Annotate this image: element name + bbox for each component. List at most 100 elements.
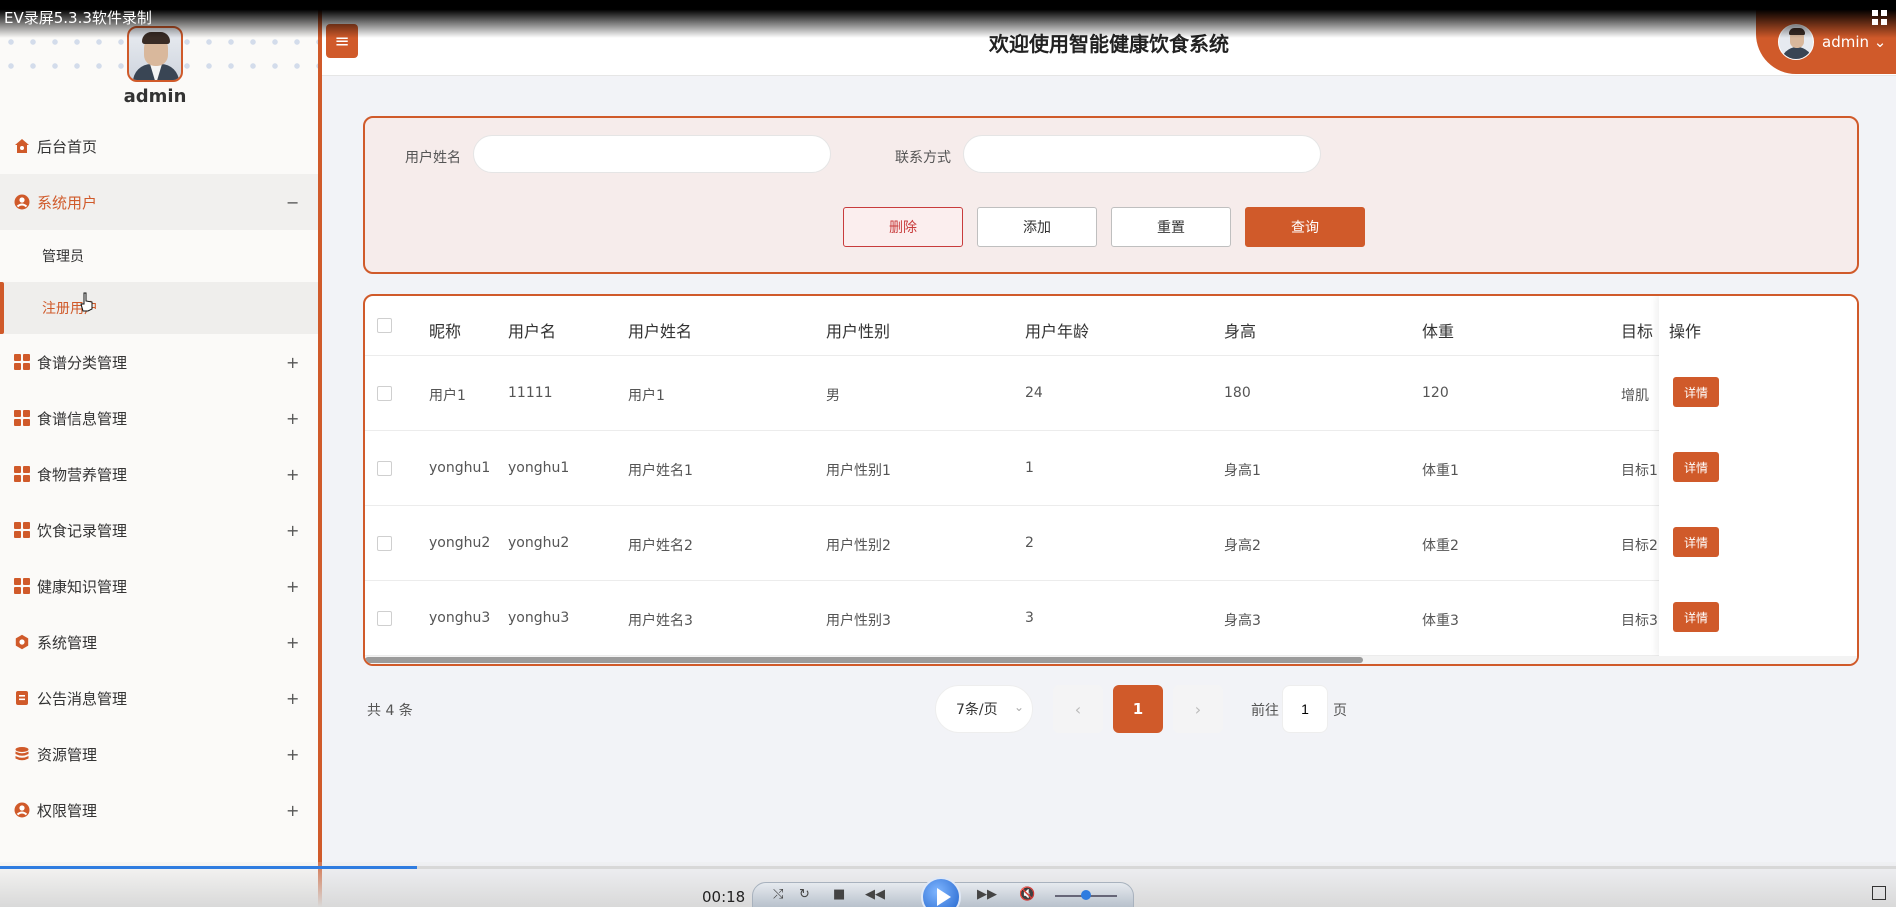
fullscreen-icon[interactable] bbox=[1872, 886, 1886, 900]
cell-username: yonghu3 bbox=[508, 610, 570, 626]
repeat-icon[interactable]: ↻ bbox=[799, 887, 810, 902]
select-all-checkbox[interactable] bbox=[377, 318, 392, 333]
mute-icon[interactable]: 🔇 bbox=[1019, 887, 1035, 902]
sidebar-item-label: 后台首页 bbox=[37, 137, 98, 156]
cell-weight: 体重2 bbox=[1422, 538, 1459, 554]
expand-icon[interactable]: + bbox=[286, 745, 299, 764]
detail-button[interactable]: 详情 bbox=[1673, 527, 1719, 557]
sidebar-subitem-registered-users[interactable]: 注册用户 bbox=[0, 282, 318, 334]
expand-icon[interactable]: + bbox=[286, 801, 299, 820]
prev-page-button[interactable]: ‹ bbox=[1053, 685, 1103, 733]
expand-icon[interactable]: + bbox=[286, 409, 299, 428]
cell-gender: 用户性别1 bbox=[826, 463, 891, 479]
cell-nickname: yonghu2 bbox=[429, 535, 491, 551]
column-header: 昵称 bbox=[429, 322, 462, 341]
table-header: 昵称 用户名 用户姓名 用户性别 用户年龄 身高 体重 目标 bbox=[365, 296, 1857, 356]
cell-username: yonghu1 bbox=[508, 460, 570, 476]
cell-nickname: yonghu3 bbox=[429, 610, 491, 626]
page-size-select[interactable]: 7条/页 ⌄ bbox=[935, 685, 1033, 733]
goto-page-input[interactable] bbox=[1282, 685, 1328, 733]
expand-icon[interactable]: + bbox=[286, 689, 299, 708]
cell-realname: 用户姓名1 bbox=[628, 463, 693, 479]
cell-username: yonghu2 bbox=[508, 535, 570, 551]
expand-icon[interactable]: + bbox=[286, 465, 299, 484]
play-icon[interactable] bbox=[921, 877, 961, 907]
next-page-button[interactable]: › bbox=[1173, 685, 1223, 733]
cell-realname: 用户姓名3 bbox=[628, 613, 693, 629]
name-field[interactable] bbox=[473, 135, 831, 173]
sidebar-item-label: 权限管理 bbox=[37, 801, 98, 820]
expand-icon[interactable]: + bbox=[286, 353, 299, 372]
layout-grid-icon[interactable] bbox=[1872, 10, 1888, 26]
name-field-label: 用户姓名 bbox=[405, 150, 461, 166]
shuffle-icon[interactable]: ⤭ bbox=[773, 887, 783, 902]
current-page-button[interactable]: 1 bbox=[1113, 685, 1163, 733]
sidebar-item-recipe-info[interactable]: 食谱信息管理 + bbox=[0, 390, 318, 446]
column-header: 操作 bbox=[1669, 322, 1702, 341]
sidebar-item-label: 食谱分类管理 bbox=[37, 353, 128, 372]
sidebar-item-recipe-category[interactable]: 食谱分类管理 + bbox=[0, 334, 318, 390]
player-controls: ⤭ ↻ ■ ◀◀ ▶▶ 🔇 bbox=[752, 877, 1134, 907]
sidebar-item-permissions[interactable]: 权限管理 + bbox=[0, 782, 318, 838]
sidebar-divider bbox=[318, 0, 322, 907]
horizontal-scrollbar[interactable] bbox=[365, 656, 1857, 664]
rewind-icon[interactable]: ◀◀ bbox=[865, 887, 885, 902]
scrollbar-thumb[interactable] bbox=[365, 657, 1363, 663]
column-header: 用户性别 bbox=[826, 322, 891, 341]
cell-height: 身高3 bbox=[1224, 613, 1261, 629]
user-menu-label: admin ⌄ bbox=[1822, 33, 1887, 51]
expand-icon[interactable]: + bbox=[286, 633, 299, 652]
row-checkbox[interactable] bbox=[377, 536, 392, 551]
actions-column: 操作 详情 详情 详情 详情 bbox=[1659, 296, 1857, 656]
avatar bbox=[1778, 24, 1814, 60]
sidebar-item-resources[interactable]: 资源管理 + bbox=[0, 726, 318, 782]
row-checkbox[interactable] bbox=[377, 386, 392, 401]
column-header: 身高 bbox=[1224, 322, 1257, 341]
cell-age: 2 bbox=[1025, 535, 1034, 551]
row-checkbox[interactable] bbox=[377, 461, 392, 476]
collapse-icon[interactable]: − bbox=[286, 193, 299, 212]
sidebar-item-system-users[interactable]: 系统用户 − bbox=[0, 174, 318, 230]
add-button[interactable]: 添加 bbox=[977, 207, 1097, 247]
delete-button[interactable]: 删除 bbox=[843, 207, 963, 247]
expand-icon[interactable]: + bbox=[286, 577, 299, 596]
playback-progress[interactable] bbox=[0, 866, 1896, 869]
detail-button[interactable]: 详情 bbox=[1673, 602, 1719, 632]
sidebar-subitem-admin[interactable]: 管理员 bbox=[0, 230, 318, 282]
grid-icon bbox=[14, 354, 30, 370]
sidebar: admin 后台首页 系统用户 − 管理员 注册用户 食谱分类管理 + 食谱信息… bbox=[0, 0, 318, 907]
sidebar-item-food-nutrition[interactable]: 食物营养管理 + bbox=[0, 446, 318, 502]
sidebar-item-system-management[interactable]: 系统管理 + bbox=[0, 614, 318, 670]
cell-nickname: 用户1 bbox=[429, 388, 466, 404]
sidebar-item-diet-record[interactable]: 饮食记录管理 + bbox=[0, 502, 318, 558]
reset-button[interactable]: 重置 bbox=[1111, 207, 1231, 247]
recorder-title: EV录屏5.3.3软件录制 bbox=[4, 9, 152, 27]
grid-icon bbox=[14, 578, 30, 594]
total-count: 共 4 条 bbox=[367, 703, 413, 719]
sidebar-item-label: 健康知识管理 bbox=[37, 577, 128, 596]
cell-gender: 用户性别3 bbox=[826, 613, 891, 629]
detail-button[interactable]: 详情 bbox=[1673, 377, 1719, 407]
sidebar-item-health-knowledge[interactable]: 健康知识管理 + bbox=[0, 558, 318, 614]
cell-goal: 目标1 bbox=[1621, 463, 1658, 479]
row-checkbox[interactable] bbox=[377, 611, 392, 626]
sidebar-item-label: 资源管理 bbox=[37, 745, 98, 764]
query-button[interactable]: 查询 bbox=[1245, 207, 1365, 247]
contact-field[interactable] bbox=[963, 135, 1321, 173]
top-header: ≡ 欢迎使用智能健康饮食系统 admin ⌄ bbox=[322, 0, 1896, 76]
grid-icon bbox=[14, 466, 30, 482]
table-row: yonghu1 yonghu1 用户姓名1 用户性别1 1 身高1 体重1 目标… bbox=[365, 431, 1857, 506]
fast-forward-icon[interactable]: ▶▶ bbox=[977, 887, 997, 902]
hand-cursor-icon bbox=[80, 292, 93, 312]
cell-realname: 用户姓名2 bbox=[628, 538, 693, 554]
database-icon bbox=[14, 746, 30, 762]
stop-icon[interactable]: ■ bbox=[833, 887, 845, 902]
contact-field-label: 联系方式 bbox=[895, 150, 951, 166]
cell-height: 身高2 bbox=[1224, 538, 1261, 554]
cell-nickname: yonghu1 bbox=[429, 460, 491, 476]
sidebar-item-announcement[interactable]: 公告消息管理 + bbox=[0, 670, 318, 726]
sidebar-item-home[interactable]: 后台首页 bbox=[0, 118, 318, 174]
expand-icon[interactable]: + bbox=[286, 521, 299, 540]
volume-knob[interactable] bbox=[1081, 890, 1091, 900]
detail-button[interactable]: 详情 bbox=[1673, 452, 1719, 482]
